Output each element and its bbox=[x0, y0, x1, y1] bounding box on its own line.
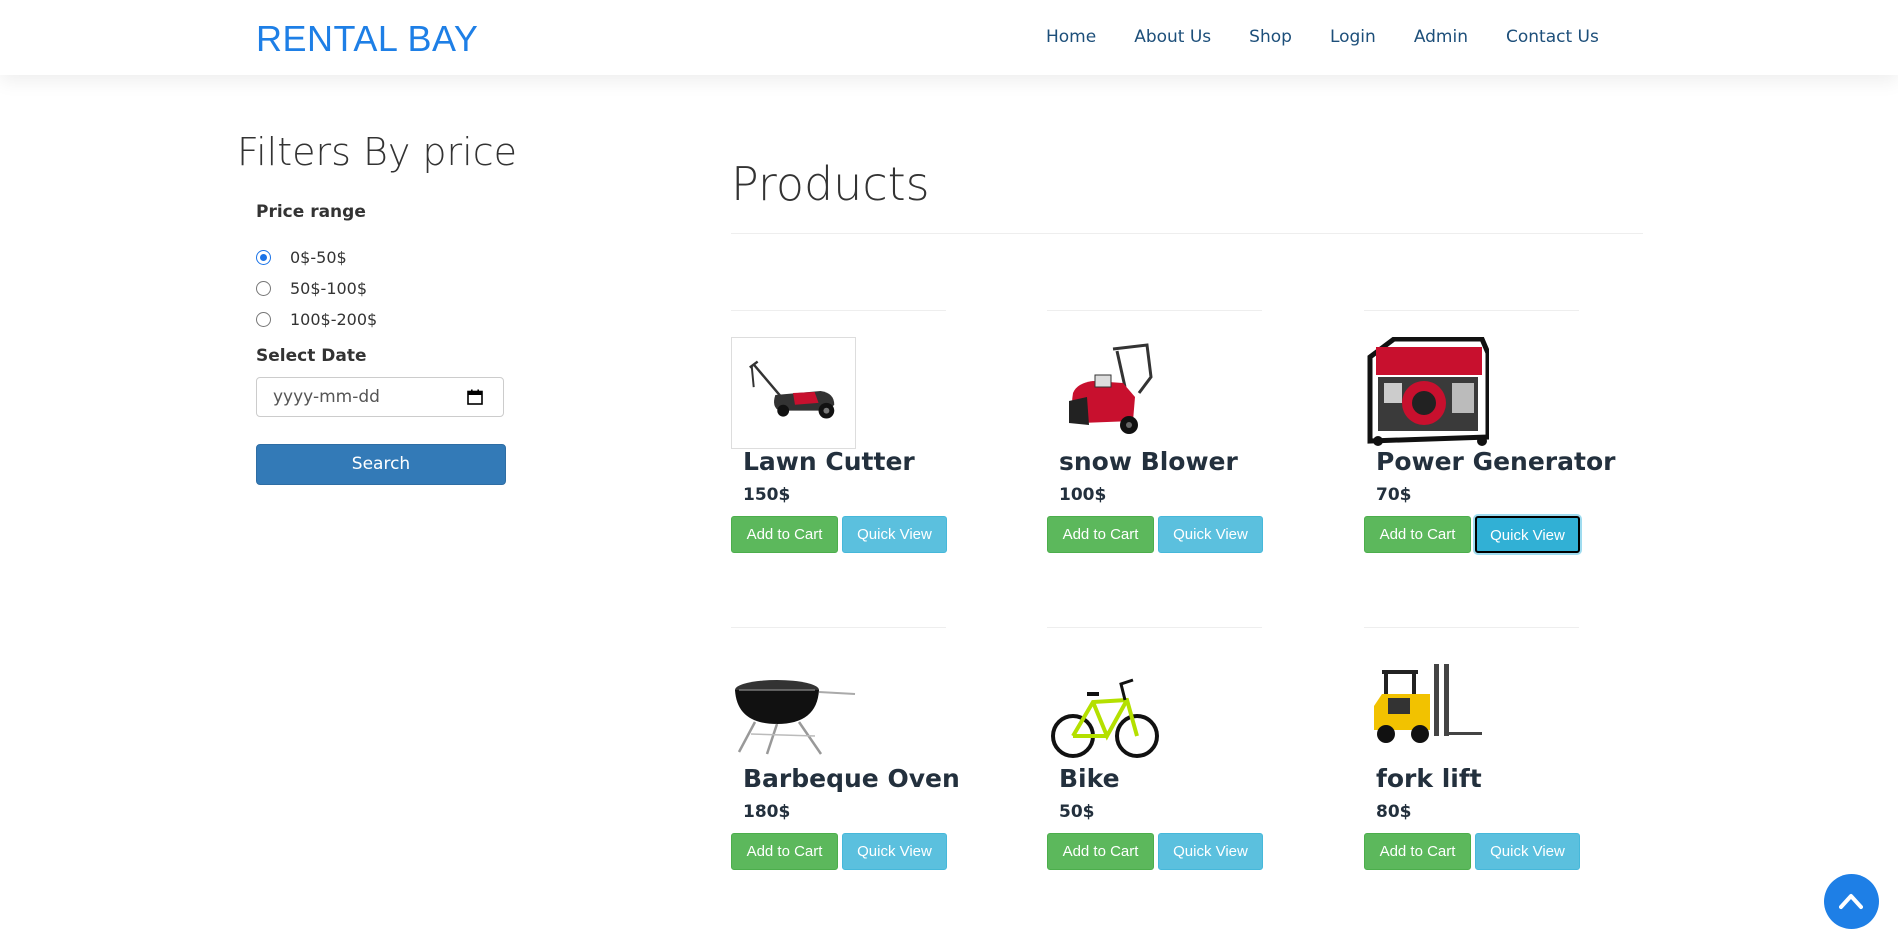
quick-view-button[interactable]: Quick View bbox=[1475, 833, 1580, 870]
product-name: Power Generator bbox=[1376, 447, 1616, 476]
nav-link-about-us[interactable]: About Us bbox=[1134, 27, 1211, 47]
price-option-label: 0$-50$ bbox=[290, 248, 347, 267]
grill-icon[interactable] bbox=[731, 654, 861, 766]
card-divider bbox=[731, 627, 946, 628]
radio-button-checked[interactable] bbox=[256, 250, 271, 265]
product-name: Lawn Cutter bbox=[743, 447, 915, 476]
quick-view-button[interactable]: Quick View bbox=[1158, 833, 1263, 870]
card-divider bbox=[1364, 627, 1579, 628]
nav-menu: Home About Us Shop Login Admin Contact U… bbox=[1046, 27, 1599, 47]
price-option-label: 100$-200$ bbox=[290, 310, 378, 329]
date-input[interactable]: yyyy-mm-dd bbox=[256, 377, 504, 417]
lawn-mower-icon[interactable] bbox=[731, 337, 856, 449]
product-name: Bike bbox=[1059, 764, 1120, 793]
quick-view-button[interactable]: Quick View bbox=[1158, 516, 1263, 553]
products-title: Products bbox=[731, 157, 930, 211]
radio-button[interactable] bbox=[256, 281, 271, 296]
add-to-cart-button[interactable]: Add to Cart bbox=[731, 833, 838, 870]
select-date-label: Select Date bbox=[256, 346, 367, 366]
brand-logo[interactable]: RENTAL BAY bbox=[256, 18, 478, 60]
card-divider bbox=[1364, 310, 1579, 311]
add-to-cart-button[interactable]: Add to Cart bbox=[1364, 833, 1471, 870]
product-price: 100$ bbox=[1059, 485, 1107, 505]
quick-view-button[interactable]: Quick View bbox=[1475, 516, 1580, 553]
add-to-cart-button[interactable]: Add to Cart bbox=[1047, 516, 1154, 553]
date-placeholder: yyyy-mm-dd bbox=[273, 387, 380, 407]
filters-title: Filters By price bbox=[237, 130, 518, 174]
products-divider bbox=[731, 233, 1643, 234]
add-to-cart-button[interactable]: Add to Cart bbox=[1364, 516, 1471, 553]
generator-icon[interactable] bbox=[1364, 337, 1489, 449]
search-button[interactable]: Search bbox=[256, 444, 506, 485]
card-divider bbox=[731, 310, 946, 311]
product-price: 180$ bbox=[743, 802, 791, 822]
card-divider bbox=[1047, 627, 1262, 628]
quick-view-button[interactable]: Quick View bbox=[842, 833, 947, 870]
nav-link-shop[interactable]: Shop bbox=[1249, 27, 1292, 47]
forklift-icon[interactable] bbox=[1364, 654, 1489, 766]
price-option-50-100[interactable]: 50$-100$ bbox=[256, 279, 367, 298]
bicycle-icon[interactable] bbox=[1047, 654, 1172, 766]
add-to-cart-button[interactable]: Add to Cart bbox=[731, 516, 838, 553]
calendar-icon[interactable] bbox=[467, 389, 483, 405]
nav-link-home[interactable]: Home bbox=[1046, 27, 1096, 47]
nav-link-admin[interactable]: Admin bbox=[1414, 27, 1468, 47]
product-name: Barbeque Oven bbox=[743, 764, 960, 793]
price-range-label: Price range bbox=[256, 202, 366, 222]
top-navbar: RENTAL BAY Home About Us Shop Login Admi… bbox=[0, 0, 1898, 75]
product-price: 150$ bbox=[743, 485, 791, 505]
product-name: fork lift bbox=[1376, 764, 1482, 793]
product-price: 70$ bbox=[1376, 485, 1412, 505]
chevron-up-icon bbox=[1839, 894, 1863, 909]
product-price: 80$ bbox=[1376, 802, 1412, 822]
nav-link-login[interactable]: Login bbox=[1330, 27, 1376, 47]
card-divider bbox=[1047, 310, 1262, 311]
price-option-label: 50$-100$ bbox=[290, 279, 368, 298]
quick-view-button[interactable]: Quick View bbox=[842, 516, 947, 553]
snow-blower-icon[interactable] bbox=[1047, 337, 1172, 449]
price-option-0-50[interactable]: 0$-50$ bbox=[256, 248, 347, 267]
nav-link-contact-us[interactable]: Contact Us bbox=[1506, 27, 1599, 47]
price-option-100-200[interactable]: 100$-200$ bbox=[256, 310, 377, 329]
product-price: 50$ bbox=[1059, 802, 1095, 822]
scroll-to-top-button[interactable] bbox=[1824, 874, 1879, 929]
radio-button[interactable] bbox=[256, 312, 271, 327]
add-to-cart-button[interactable]: Add to Cart bbox=[1047, 833, 1154, 870]
product-name: snow Blower bbox=[1059, 447, 1238, 476]
